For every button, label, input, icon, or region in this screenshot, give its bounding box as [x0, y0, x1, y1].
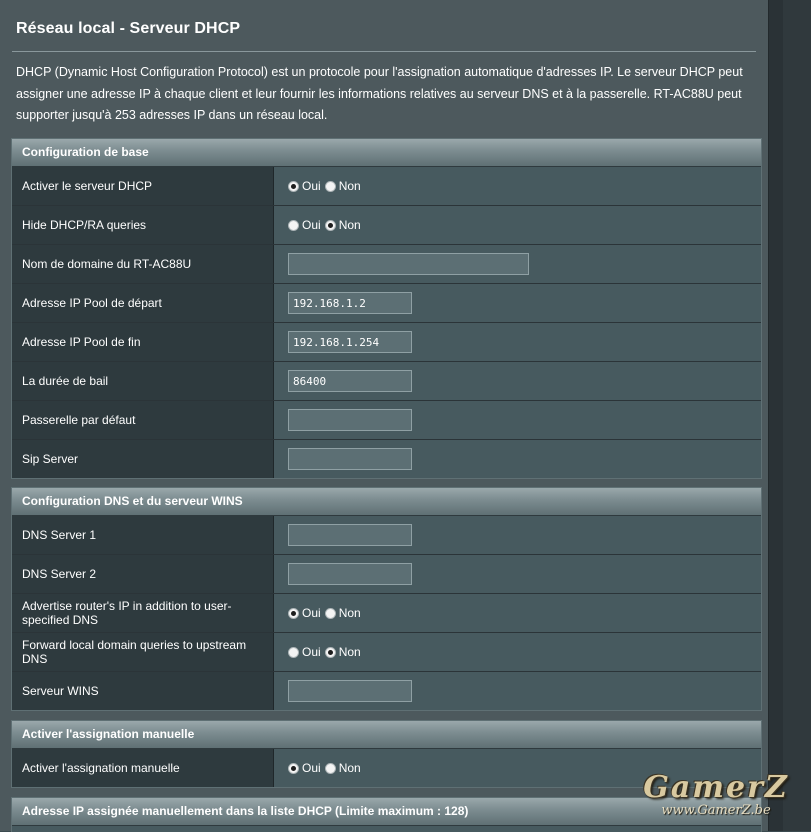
enable-dhcp-no-radio[interactable] [324, 180, 336, 192]
forward-local-domain-radio-group: Oui Non [288, 645, 365, 659]
forward-local-domain-yes-label: Oui [302, 645, 321, 659]
dns-wins-header: Configuration DNS et du serveur WINS [12, 488, 761, 516]
forward-local-domain-label: Forward local domain queries to upstream… [12, 633, 274, 671]
hide-dhcp-ra-no-option[interactable]: Non [324, 218, 361, 232]
hide-dhcp-ra-radio-group: Oui Non [288, 218, 365, 232]
row-default-gateway: Passerelle par défaut [12, 401, 761, 440]
advertise-router-ip-yes-option[interactable]: Oui [288, 606, 321, 620]
advertise-router-ip-value: Oui Non [274, 594, 761, 632]
basic-config-section: Configuration de base Activer le serveur… [11, 138, 762, 479]
row-ip-pool-end: Adresse IP Pool de fin [12, 323, 761, 362]
hide-dhcp-ra-no-radio[interactable] [324, 219, 336, 231]
hide-dhcp-ra-no-label: Non [338, 218, 361, 232]
advertise-router-ip-label: Advertise router's IP in addition to use… [12, 594, 274, 632]
dns2-label: DNS Server 2 [12, 555, 274, 593]
row-domain-name: Nom de domaine du RT-AC88U [12, 245, 761, 284]
enable-manual-yes-label: Oui [302, 761, 321, 775]
lease-time-label: La durée de bail [12, 362, 274, 400]
enable-dhcp-label: Activer le serveur DHCP [12, 167, 274, 205]
row-dns1: DNS Server 1 [12, 516, 761, 555]
manual-assignment-header: Activer l'assignation manuelle [12, 721, 761, 749]
title-divider [12, 51, 756, 52]
row-enable-dhcp: Activer le serveur DHCP Oui Non [12, 167, 761, 206]
dns-wins-section: Configuration DNS et du serveur WINS DNS… [11, 487, 762, 711]
lease-time-input[interactable] [288, 370, 412, 392]
ip-pool-end-input[interactable] [288, 331, 412, 353]
basic-config-header: Configuration de base [12, 139, 761, 167]
enable-dhcp-yes-radio[interactable] [288, 180, 299, 192]
default-gateway-input[interactable] [288, 409, 412, 431]
sip-server-input[interactable] [288, 448, 412, 470]
row-hide-dhcp-ra: Hide DHCP/RA queries Oui Non [12, 206, 761, 245]
dns1-value [274, 516, 761, 554]
enable-dhcp-no-option[interactable]: Non [324, 179, 361, 193]
hide-dhcp-ra-yes-option[interactable]: Oui [288, 218, 321, 232]
wins-value [274, 672, 761, 710]
hide-dhcp-ra-value: Oui Non [274, 206, 761, 244]
default-gateway-label: Passerelle par défaut [12, 401, 274, 439]
forward-local-domain-no-radio[interactable] [324, 646, 336, 658]
gamerz-logo: GamerZ [643, 770, 789, 805]
ip-pool-end-value [274, 323, 761, 361]
sip-server-value [274, 440, 761, 478]
advertise-router-ip-radio-group: Oui Non [288, 606, 365, 620]
domain-name-value [274, 245, 761, 283]
forward-local-domain-yes-option[interactable]: Oui [288, 645, 321, 659]
row-advertise-router-ip: Advertise router's IP in addition to use… [12, 594, 761, 633]
ip-pool-start-input[interactable] [288, 292, 412, 314]
row-dns2: DNS Server 2 [12, 555, 761, 594]
enable-dhcp-yes-option[interactable]: Oui [288, 179, 321, 193]
forward-local-domain-no-label: Non [338, 645, 361, 659]
row-lease-time: La durée de bail [12, 362, 761, 401]
page-description: DHCP (Dynamic Host Configuration Protoco… [16, 65, 743, 122]
ip-pool-start-value [274, 284, 761, 322]
row-sip-server: Sip Server [12, 440, 761, 478]
enable-dhcp-value: Oui Non [274, 167, 761, 205]
enable-manual-yes-option[interactable]: Oui [288, 761, 321, 775]
enable-manual-no-radio[interactable] [324, 762, 336, 774]
gamerz-url: www.GamerZ.be [661, 803, 771, 818]
enable-manual-label: Activer l'assignation manuelle [12, 749, 274, 787]
dns1-input[interactable] [288, 524, 412, 546]
wins-label: Serveur WINS [12, 672, 274, 710]
enable-manual-no-label: Non [338, 761, 361, 775]
enable-dhcp-no-label: Non [338, 179, 361, 193]
enable-dhcp-radio-group: Oui Non [288, 179, 365, 193]
domain-name-input[interactable] [288, 253, 529, 275]
ip-pool-start-label: Adresse IP Pool de départ [12, 284, 274, 322]
dns2-input[interactable] [288, 563, 412, 585]
advertise-router-ip-yes-radio[interactable] [288, 607, 299, 619]
row-ip-pool-start: Adresse IP Pool de départ [12, 284, 761, 323]
advertise-router-ip-no-option[interactable]: Non [324, 606, 361, 620]
lease-time-value [274, 362, 761, 400]
row-forward-local-domain: Forward local domain queries to upstream… [12, 633, 761, 672]
hide-dhcp-ra-yes-label: Oui [302, 218, 321, 232]
enable-manual-yes-radio[interactable] [288, 762, 299, 774]
forward-local-domain-no-option[interactable]: Non [324, 645, 361, 659]
forward-local-domain-yes-radio[interactable] [288, 646, 299, 658]
wins-input[interactable] [288, 680, 412, 702]
dns2-value [274, 555, 761, 593]
page-title: Réseau local - Serveur DHCP [16, 20, 241, 37]
dns1-label: DNS Server 1 [12, 516, 274, 554]
enable-dhcp-yes-label: Oui [302, 179, 321, 193]
forward-local-domain-value: Oui Non [274, 633, 761, 671]
default-gateway-value [274, 401, 761, 439]
advertise-router-ip-yes-label: Oui [302, 606, 321, 620]
enable-manual-no-option[interactable]: Non [324, 761, 361, 775]
hide-dhcp-ra-label: Hide DHCP/RA queries [12, 206, 274, 244]
domain-name-label: Nom de domaine du RT-AC88U [12, 245, 274, 283]
advertise-router-ip-no-radio[interactable] [324, 607, 336, 619]
hide-dhcp-ra-yes-radio[interactable] [288, 219, 299, 231]
advertise-router-ip-no-label: Non [338, 606, 361, 620]
dhcp-settings-panel: Réseau local - Serveur DHCP DHCP (Dynami… [0, 0, 769, 832]
sip-server-label: Sip Server [12, 440, 274, 478]
enable-manual-radio-group: Oui Non [288, 761, 365, 775]
row-wins: Serveur WINS [12, 672, 761, 710]
ip-pool-end-label: Adresse IP Pool de fin [12, 323, 274, 361]
gamerz-watermark: GamerZ www.GamerZ.be [626, 772, 806, 818]
right-scroll-area [783, 0, 811, 831]
